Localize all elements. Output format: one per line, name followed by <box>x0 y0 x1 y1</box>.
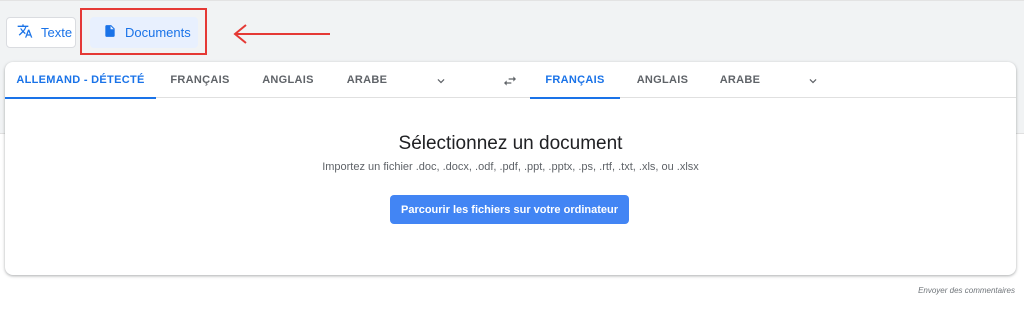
tab-source-french[interactable]: FRANÇAIS <box>156 62 244 98</box>
tab-source-english[interactable]: ANGLAIS <box>244 62 332 98</box>
tab-source-detected[interactable]: ALLEMAND - DÉTECTÉ <box>5 62 156 99</box>
send-feedback-link[interactable]: Envoyer des commentaires <box>918 286 1015 295</box>
upload-supported-formats: Importez un fichier .doc, .docx, .odf, .… <box>322 161 699 173</box>
swap-languages-icon[interactable] <box>499 70 521 92</box>
text-mode-label: Texte <box>41 25 73 40</box>
translation-card: ALLEMAND - DÉTECTÉ FRANÇAIS ANGLAIS ARAB… <box>5 62 1016 275</box>
text-mode-button[interactable]: Texte <box>6 17 76 48</box>
tab-target-english[interactable]: ANGLAIS <box>620 62 705 98</box>
browse-files-button[interactable]: Parcourir les fichiers sur votre ordinat… <box>390 195 629 224</box>
tab-target-arabic[interactable]: ARABE <box>705 62 775 98</box>
tab-source-arabic[interactable]: ARABE <box>332 62 402 98</box>
translate-icon <box>17 23 33 42</box>
target-more-languages-chevron-down-icon[interactable] <box>802 70 824 92</box>
upload-title: Sélectionnez un document <box>398 133 623 154</box>
language-bar: ALLEMAND - DÉTECTÉ FRANÇAIS ANGLAIS ARAB… <box>5 62 1016 99</box>
annotation-arrow-icon <box>232 22 332 51</box>
annotation-highlight-box <box>80 8 207 55</box>
source-more-languages-chevron-down-icon[interactable] <box>430 70 452 92</box>
tab-target-french[interactable]: FRANÇAIS <box>530 62 620 99</box>
